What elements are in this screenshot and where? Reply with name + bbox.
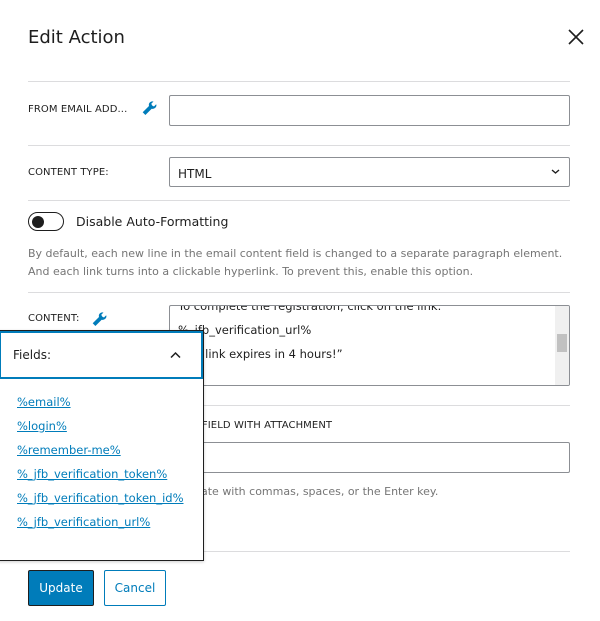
from-email-label: FROM EMAIL ADD... — [28, 104, 128, 115]
chevron-up-icon[interactable] — [170, 351, 181, 359]
content-line: %_jfb_verification_url% — [178, 323, 312, 337]
fields-title: Fields: — [13, 348, 51, 362]
content-label: CONTENT: — [28, 313, 80, 324]
auto-format-label: Disable Auto-Formatting — [76, 214, 229, 229]
divider — [28, 81, 570, 82]
content-line: To complete the registration, click on t… — [178, 305, 442, 313]
fields-popover: Fields: %email% %login% %remember-me% %_… — [0, 330, 204, 561]
divider — [28, 200, 570, 201]
attachment-input[interactable] — [169, 442, 570, 473]
content-textarea[interactable]: To complete the registration, click on t… — [169, 305, 570, 386]
close-icon[interactable] — [566, 27, 586, 47]
field-link[interactable]: %email% — [17, 395, 71, 409]
content-type-label: CONTENT TYPE: — [28, 167, 109, 178]
field-link[interactable]: %remember-me% — [17, 443, 121, 457]
wrench-icon[interactable] — [140, 97, 158, 115]
field-link[interactable]: %_jfb_verification_token_id% — [17, 491, 184, 505]
fields-popover-header[interactable]: Fields: — [0, 331, 203, 379]
content-type-value: HTML — [178, 167, 212, 181]
modal-title: Edit Action — [28, 27, 125, 48]
content-type-select[interactable]: HTML — [169, 157, 570, 187]
auto-format-help: By default, each new line in the email c… — [28, 247, 563, 278]
field-link[interactable]: %login% — [17, 419, 67, 433]
chevron-down-icon — [551, 169, 560, 174]
update-button[interactable]: Update — [28, 570, 94, 606]
cancel-button[interactable]: Cancel — [104, 570, 166, 606]
field-link[interactable]: %_jfb_verification_url% — [17, 515, 150, 529]
divider — [28, 145, 570, 146]
wrench-icon[interactable] — [90, 308, 108, 326]
content-line: This link expires in 4 hours!” — [178, 347, 343, 361]
auto-format-toggle[interactable] — [28, 212, 64, 231]
textarea-scrollbar[interactable] — [555, 306, 569, 385]
divider — [28, 292, 570, 293]
from-email-input[interactable] — [169, 95, 570, 126]
field-link[interactable]: %_jfb_verification_token% — [17, 467, 167, 481]
attachment-help: Separate with commas, spaces, or the Ent… — [169, 485, 439, 498]
